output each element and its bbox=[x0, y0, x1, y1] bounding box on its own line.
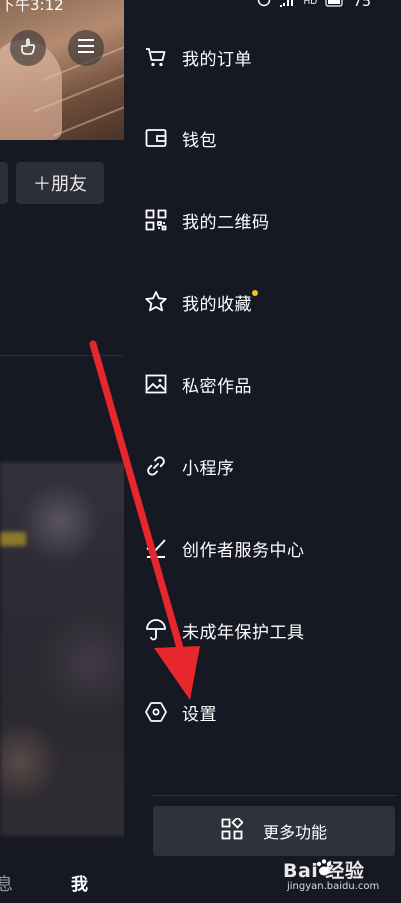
network-label: HD bbox=[303, 0, 318, 7]
nav-tab-me[interactable]: 我 bbox=[71, 870, 88, 895]
side-drawer: HD 75 我的订单 钱包 我的二维码 我的收藏 私密作品 小程序 创作者服务中… bbox=[124, 0, 401, 903]
profile-panel: 下午3:12 ＋朋友 息 我 bbox=[0, 0, 124, 903]
nav-tab-messages[interactable]: 息 bbox=[0, 870, 13, 895]
paw-icon bbox=[314, 858, 334, 878]
link-icon bbox=[144, 454, 168, 478]
menu-item-label: 我的订单 bbox=[182, 49, 252, 70]
menu-item-label: 设置 bbox=[182, 704, 217, 725]
menu-item-mini-programs[interactable]: 小程序 bbox=[144, 446, 384, 486]
menu-item-minor-protection[interactable]: 未成年保护工具 bbox=[144, 610, 384, 650]
status-icons: HD 75 bbox=[257, 0, 371, 11]
menu-item-orders[interactable]: 我的订单 bbox=[144, 37, 384, 77]
battery-level: 75 bbox=[353, 0, 371, 10]
cart-icon bbox=[144, 45, 168, 69]
menu-item-label: 我的收藏 bbox=[182, 289, 258, 315]
menu-item-label: 钱包 bbox=[182, 130, 217, 151]
hamburger-icon bbox=[77, 38, 95, 58]
qrcode-icon bbox=[144, 208, 168, 232]
menu-item-private-works[interactable]: 私密作品 bbox=[144, 364, 384, 404]
gesture-button[interactable] bbox=[10, 30, 46, 66]
check-icon bbox=[144, 536, 168, 560]
baidu-jingyan-watermark: Bai 经验 jingyan.baidu.com bbox=[281, 856, 401, 903]
menu-item-label: 创作者服务中心 bbox=[182, 540, 305, 561]
badge-dot bbox=[252, 289, 258, 296]
grid-icon bbox=[221, 816, 244, 844]
edit-profile-button[interactable] bbox=[0, 162, 8, 204]
image-icon bbox=[144, 372, 168, 396]
more-features-label: 更多功能 bbox=[262, 823, 327, 842]
menu-button[interactable] bbox=[68, 30, 104, 66]
bottom-nav bbox=[0, 852, 124, 903]
menu-item-label: 私密作品 bbox=[182, 376, 252, 397]
alarm-icon bbox=[257, 0, 271, 11]
divider bbox=[152, 795, 398, 796]
watermark-url: jingyan.baidu.com bbox=[287, 881, 380, 892]
hand-icon bbox=[18, 36, 38, 60]
profile-cover-photo: 下午3:12 bbox=[0, 0, 124, 140]
signal-icon bbox=[279, 0, 295, 11]
wallet-icon bbox=[144, 126, 168, 150]
umbrella-icon bbox=[144, 618, 168, 642]
menu-item-qrcode[interactable]: 我的二维码 bbox=[144, 200, 384, 240]
menu-item-label: 小程序 bbox=[182, 458, 235, 479]
status-time: 下午3:12 bbox=[0, 0, 64, 14]
add-friend-button[interactable]: ＋朋友 bbox=[16, 162, 104, 204]
menu-item-label: 未成年保护工具 bbox=[182, 622, 305, 643]
menu-item-settings[interactable]: 设置 bbox=[144, 692, 384, 732]
hexagon-settings-icon bbox=[144, 700, 168, 724]
menu-item-wallet[interactable]: 钱包 bbox=[144, 118, 384, 158]
menu-item-creator-center[interactable]: 创作者服务中心 bbox=[144, 528, 384, 568]
star-icon bbox=[144, 290, 168, 314]
menu-item-label: 我的二维码 bbox=[182, 212, 270, 233]
battery-icon bbox=[325, 0, 345, 11]
menu-item-favorites[interactable]: 我的收藏 bbox=[144, 282, 384, 322]
divider bbox=[0, 355, 124, 356]
blurred-video-grid bbox=[0, 462, 124, 836]
more-features-button[interactable]: 更多功能 bbox=[153, 806, 395, 856]
